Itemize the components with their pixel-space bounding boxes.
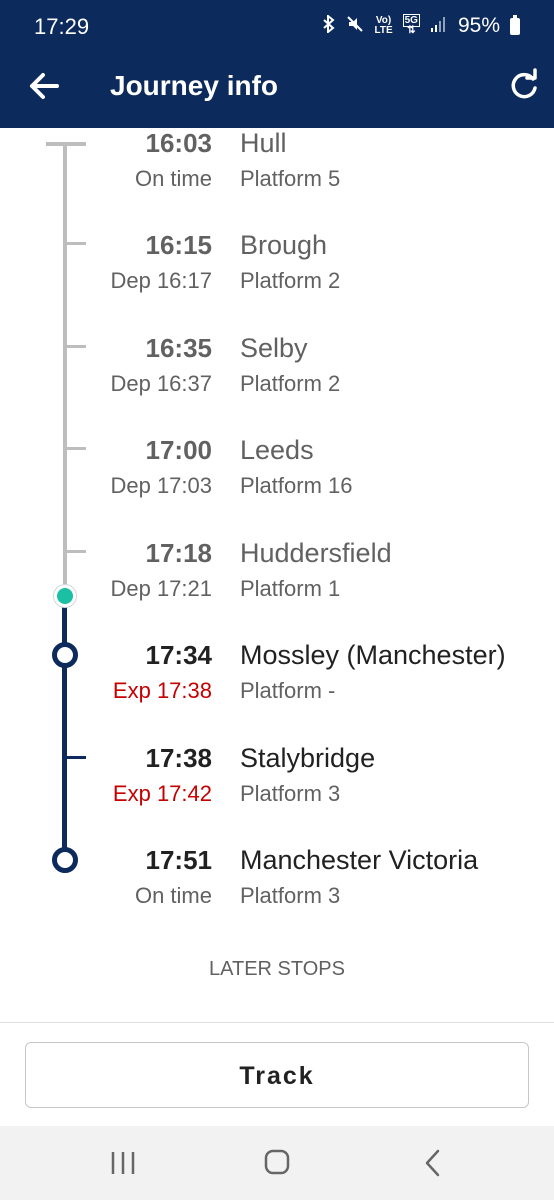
stop-platform: Platform 2: [240, 371, 341, 396]
stop-row[interactable]: 16:03 On time Hull Platform 5: [0, 128, 554, 208]
stop-name: Mossley (Manchester): [240, 640, 506, 670]
stop-row[interactable]: 17:38 Exp 17:42 Stalybridge Platform 3: [0, 743, 554, 823]
stop-time: 17:51: [145, 845, 213, 875]
home-icon: [264, 1149, 290, 1175]
stop-status: Dep 16:17: [110, 268, 212, 293]
status-icons: Vo) LTE 5G ⇅ 95%: [322, 13, 520, 38]
recent-apps-button[interactable]: [103, 1146, 143, 1180]
stop-name: Huddersfield: [240, 538, 392, 568]
home-button[interactable]: [257, 1146, 297, 1180]
stop-row[interactable]: 17:18 Dep 17:21 Huddersfield Platform 1: [0, 538, 554, 618]
stop-name: Stalybridge: [240, 743, 376, 773]
stop-status: Dep 17:03: [110, 473, 212, 498]
stop-row[interactable]: 17:00 Dep 17:03 Leeds Platform 16: [0, 435, 554, 515]
app-bar: Journey info: [0, 56, 554, 128]
journey-timeline: 16:03 On time Hull Platform 5 16:15 Dep …: [0, 128, 554, 948]
5g-indicator: 5G ⇅: [402, 14, 420, 36]
stop-time: 17:18: [145, 538, 213, 568]
stop-name: Brough: [240, 230, 328, 260]
header: 17:29 Vo) LTE 5G ⇅ 95% Journey info: [0, 0, 554, 128]
back-button[interactable]: [24, 66, 64, 106]
stop-status: On time: [134, 166, 212, 191]
system-back-icon: [425, 1149, 440, 1177]
stop-platform: Platform 2: [240, 268, 341, 293]
stop-time: 16:35: [145, 333, 213, 363]
stop-time: 17:38: [145, 743, 213, 773]
signal-icon: [430, 16, 448, 37]
stop-status: Dep 16:37: [110, 371, 212, 396]
stop-row[interactable]: 17:51 On time Manchester Victoria Platfo…: [0, 845, 554, 925]
stop-status: Exp 17:42: [112, 781, 212, 806]
stop-platform: Platform -: [240, 678, 336, 703]
stop-time: 16:03: [145, 128, 213, 158]
stop-platform: Platform 16: [240, 473, 353, 498]
refresh-button[interactable]: [506, 68, 542, 104]
volte-bottom-text: LTE: [374, 25, 393, 36]
data-arrows-icon: ⇅: [407, 25, 416, 36]
status-time: 17:29: [34, 14, 90, 39]
stop-status: Dep 17:21: [110, 576, 212, 601]
mute-icon: [346, 15, 364, 38]
stop-name: Leeds: [240, 435, 314, 465]
stop-platform: Platform 3: [240, 781, 341, 806]
page-title: Journey info: [110, 70, 279, 101]
battery-percentage: 95%: [457, 14, 500, 37]
stop-time: 17:00: [145, 435, 213, 465]
divider: [0, 1022, 554, 1023]
stop-name: Selby: [240, 333, 308, 363]
stop-time: 17:34: [145, 640, 213, 670]
stop-name: Hull: [240, 128, 287, 158]
system-nav-bar: [0, 1126, 554, 1200]
back-arrow-icon: [30, 73, 59, 99]
track-button[interactable]: Track: [25, 1042, 529, 1108]
later-stops-button[interactable]: LATER STOPS: [0, 958, 554, 981]
stop-row[interactable]: 17:34 Exp 17:38 Mossley (Manchester) Pla…: [0, 640, 554, 720]
recent-apps-icon: [111, 1152, 135, 1174]
system-back-button[interactable]: [414, 1146, 454, 1180]
volte-indicator: Vo) LTE: [374, 16, 392, 36]
bluetooth-icon: [322, 13, 336, 38]
stop-time: 16:15: [145, 230, 213, 260]
status-bar: 17:29 Vo) LTE 5G ⇅ 95%: [0, 0, 554, 56]
stop-platform: Platform 1: [240, 576, 341, 601]
stop-status: On time: [134, 883, 212, 908]
stop-status: Exp 17:38: [112, 678, 212, 703]
stop-platform: Platform 5: [240, 166, 341, 191]
stop-row[interactable]: 16:35 Dep 16:37 Selby Platform 2: [0, 333, 554, 413]
stop-platform: Platform 3: [240, 883, 341, 908]
stop-name: Manchester Victoria: [240, 845, 479, 875]
battery-icon: [510, 14, 520, 35]
refresh-icon: [511, 68, 537, 99]
stop-row[interactable]: 16:15 Dep 16:17 Brough Platform 2: [0, 230, 554, 310]
